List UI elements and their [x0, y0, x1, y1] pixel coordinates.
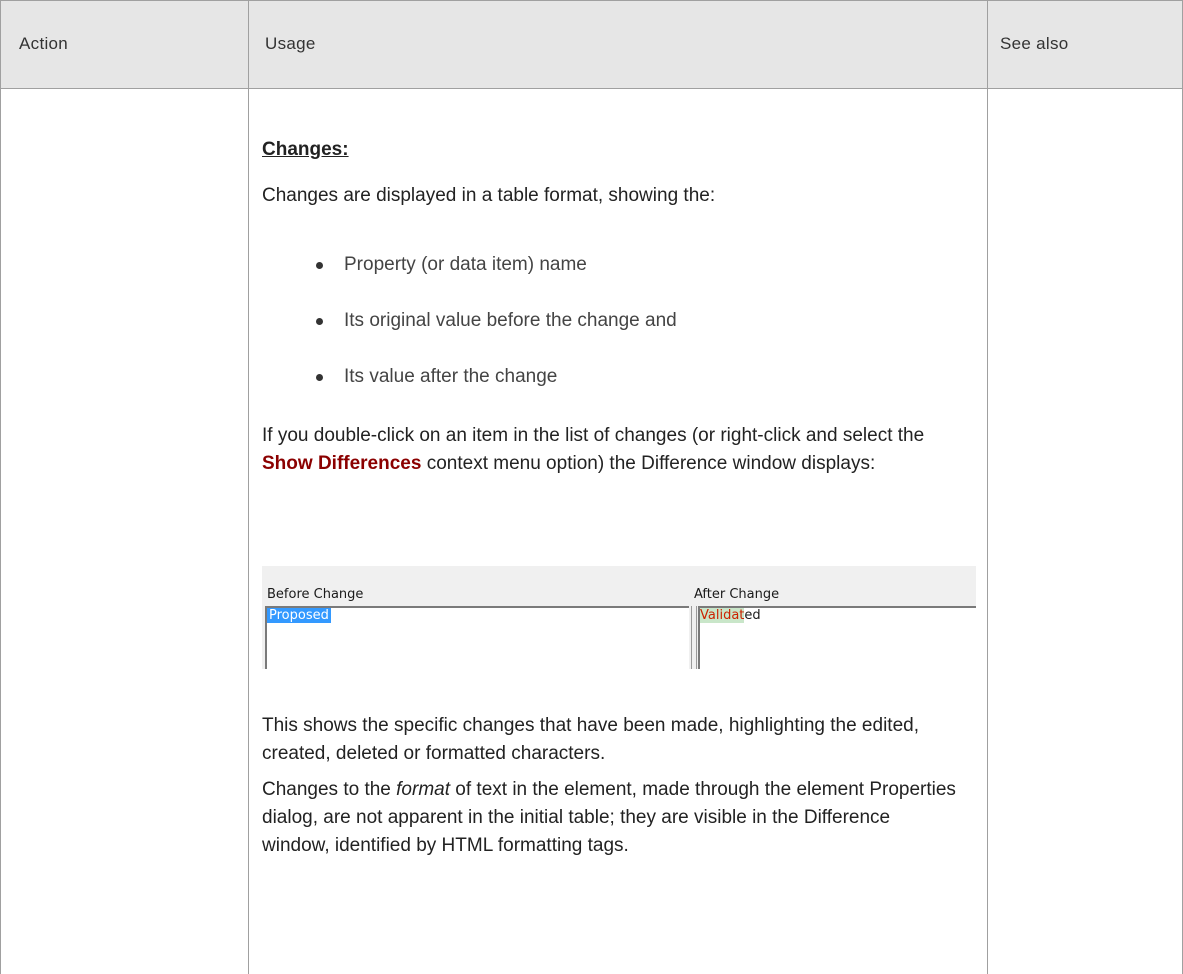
table-border-top: [0, 0, 1183, 1]
column-divider-action: [248, 0, 249, 974]
header-see-also: See also: [1000, 34, 1069, 53]
format-emphasis: format: [396, 779, 451, 800]
show-differences-menu-ref: Show Differences: [262, 453, 422, 474]
after-change-rest: ed: [744, 608, 761, 623]
difference-window-image: Before Change After Change Proposed Vali…: [262, 566, 976, 669]
format-text-start: Changes to the: [262, 779, 397, 800]
double-click-text-end: context menu option) the Difference wind…: [421, 453, 876, 474]
before-change-value: Proposed: [267, 608, 331, 623]
header-action: Action: [19, 34, 69, 53]
format-paragraph: Changes to the format of text in the ele…: [262, 776, 962, 860]
double-click-text-start: If you double-click on an item in the li…: [262, 425, 925, 446]
after-change-highlight: Validat: [700, 608, 745, 623]
changes-bullet-list: Property (or data item) name Its origina…: [312, 251, 677, 419]
header-usage: Usage: [265, 34, 316, 53]
list-item: Property (or data item) name: [312, 251, 677, 307]
changes-heading: Changes:: [262, 139, 349, 160]
double-click-paragraph: If you double-click on an item in the li…: [262, 422, 952, 478]
list-item: Its original value before the change and: [312, 307, 677, 363]
table-border-left: [0, 0, 1, 974]
intro-text: Changes are displayed in a table format,…: [262, 185, 716, 206]
before-change-pane: Proposed: [265, 606, 689, 669]
before-change-label: Before Change: [267, 587, 364, 602]
column-divider-usage: [987, 0, 988, 974]
shows-paragraph: This shows the specific changes that hav…: [262, 715, 919, 764]
help-table: Action Usage See also Changes: Changes a…: [0, 0, 1183, 974]
after-change-pane: Validated: [698, 606, 976, 669]
pane-splitter: [691, 606, 697, 669]
list-item: Its value after the change: [312, 363, 677, 419]
header-divider: [0, 88, 1183, 89]
after-change-label: After Change: [694, 587, 780, 602]
